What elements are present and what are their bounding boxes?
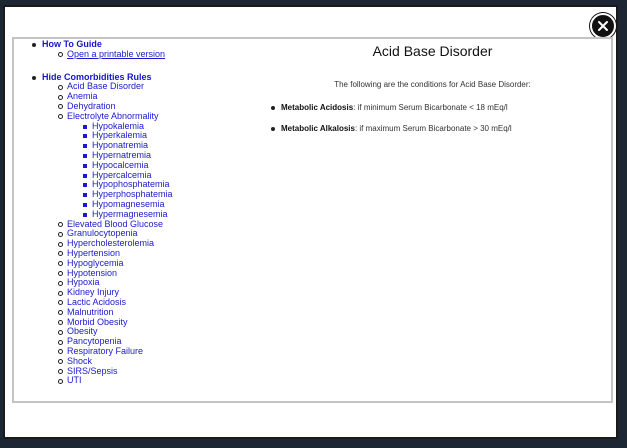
sub-rule-link[interactable]: Hypocalcemia bbox=[92, 160, 149, 170]
intro-text: The following are the conditions for Aci… bbox=[334, 80, 531, 89]
rule-link[interactable]: Shock bbox=[67, 356, 92, 366]
rule-link[interactable]: Kidney Injury bbox=[67, 287, 119, 297]
how-to-item: How To Guide Open a printable version bbox=[15, 40, 255, 60]
sub-rule-link[interactable]: Hyperkalemia bbox=[92, 130, 147, 140]
rule-link[interactable]: Hypertension bbox=[67, 248, 120, 258]
sub-rule-link[interactable]: Hypermagnesemia bbox=[92, 209, 168, 219]
page-title: Acid Base Disorder bbox=[372, 43, 493, 59]
conditions-list: Metabolic Acidosis: if minimum Serum Bic… bbox=[270, 103, 595, 133]
rule-item: Electrolyte Abnormality Hypokalemia Hype… bbox=[42, 111, 255, 220]
rule-item: UTI bbox=[42, 375, 255, 386]
sub-rule-link[interactable]: Hypokalemia bbox=[92, 121, 144, 131]
condition-rule: : if minimum Serum Bicarbonate < 18 mEq/… bbox=[353, 103, 508, 112]
condition-name: Metabolic Acidosis bbox=[281, 103, 354, 112]
close-icon bbox=[598, 21, 608, 31]
printable-version-link[interactable]: Open a printable version bbox=[67, 49, 165, 59]
main-panel: Acid Base Disorder The following are the… bbox=[270, 40, 595, 145]
condition-item: Metabolic Acidosis: if minimum Serum Bic… bbox=[270, 103, 595, 112]
rules-section: Hide Comorbidities Rules Acid Base Disor… bbox=[15, 72, 255, 387]
sidebar-nav: How To Guide Open a printable version Hi… bbox=[15, 40, 255, 386]
rule-link[interactable]: Morbid Obesity bbox=[67, 317, 128, 327]
rule-link[interactable]: Obesity bbox=[67, 326, 98, 336]
condition-rule: : if maximum Serum Bicarbonate > 30 mEq/… bbox=[354, 124, 512, 133]
electrolyte-sublist: Hypokalemia Hyperkalemia Hyponatremia Hy… bbox=[67, 121, 255, 220]
rule-link[interactable]: Granulocytopenia bbox=[67, 228, 138, 238]
sub-rule-link[interactable]: Hypophosphatemia bbox=[92, 179, 170, 189]
rules-list: Acid Base Disorder Anemia Dehydration El… bbox=[42, 81, 255, 386]
rule-link[interactable]: Malnutrition bbox=[67, 307, 114, 317]
sub-rule-link[interactable]: Hypercalcemia bbox=[92, 170, 152, 180]
rule-link[interactable]: Pancytopenia bbox=[67, 336, 122, 346]
how-to-guide-link[interactable]: How To Guide bbox=[42, 40, 102, 49]
rule-link[interactable]: Hypotension bbox=[67, 268, 117, 278]
how-to-section: How To Guide Open a printable version bbox=[15, 40, 255, 60]
sub-rule-link[interactable]: Hyperphosphatemia bbox=[92, 189, 173, 199]
rule-link[interactable]: Hypoglycemia bbox=[67, 258, 124, 268]
sub-rule-link[interactable]: Hypernatremia bbox=[92, 150, 151, 160]
rule-link[interactable]: Dehydration bbox=[67, 101, 116, 111]
sub-rule-link[interactable]: Hypomagnesemia bbox=[92, 199, 165, 209]
close-button[interactable] bbox=[590, 13, 616, 39]
rule-link[interactable]: Lactic Acidosis bbox=[67, 297, 126, 307]
rule-link[interactable]: Hypercholesterolemia bbox=[67, 238, 154, 248]
rule-link[interactable]: Hypoxia bbox=[67, 277, 100, 287]
condition-item: Metabolic Alkalosis: if maximum Serum Bi… bbox=[270, 124, 595, 133]
content-area: How To Guide Open a printable version Hi… bbox=[15, 40, 610, 400]
rules-item: Hide Comorbidities Rules Acid Base Disor… bbox=[15, 72, 255, 387]
printable-version-item: Open a printable version bbox=[42, 49, 255, 60]
sub-rule-link[interactable]: Hyponatremia bbox=[92, 140, 148, 150]
rule-link[interactable]: Elevated Blood Glucose bbox=[67, 219, 163, 229]
rule-link[interactable]: Respiratory Failure bbox=[67, 346, 143, 356]
rule-link[interactable]: Acid Base Disorder bbox=[67, 81, 144, 91]
rule-link[interactable]: Anemia bbox=[67, 91, 98, 101]
rule-link[interactable]: SIRS/Sepsis bbox=[67, 366, 118, 376]
rule-link[interactable]: Electrolyte Abnormality bbox=[67, 111, 159, 121]
hide-rules-link[interactable]: Hide Comorbidities Rules bbox=[42, 72, 152, 82]
rule-link[interactable]: UTI bbox=[67, 375, 82, 385]
condition-name: Metabolic Alkalosis bbox=[281, 124, 355, 133]
